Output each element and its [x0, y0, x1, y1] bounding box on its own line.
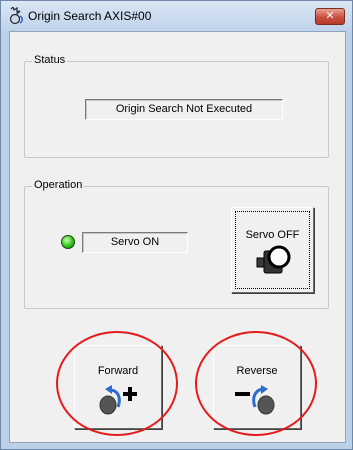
servo-motor-icon	[256, 245, 291, 274]
window-title: Origin Search AXIS#00	[28, 9, 152, 23]
servo-off-label: Servo OFF	[245, 229, 300, 241]
servo-state-field: Servo ON	[82, 232, 188, 253]
title-bar[interactable]: Origin Search AXIS#00 ✕	[1, 1, 352, 31]
servo-motor-icon	[9, 7, 23, 25]
origin-search-window: Origin Search AXIS#00 ✕ Status Origin Se…	[0, 0, 353, 450]
reverse-highlight-circle	[195, 331, 317, 436]
status-group-label: Status	[32, 54, 68, 66]
servo-off-button[interactable]: Servo OFF	[231, 207, 314, 293]
dialog-body: Status Origin Search Not Executed Operat…	[9, 31, 346, 443]
servo-status-led	[61, 235, 75, 249]
operation-group-label: Operation	[32, 179, 85, 191]
status-text-field: Origin Search Not Executed	[85, 99, 283, 120]
forward-highlight-circle	[56, 331, 178, 436]
status-group: Status Origin Search Not Executed	[24, 54, 329, 158]
operation-group: Operation Servo ON Servo OFF	[24, 179, 329, 309]
close-icon: ✕	[325, 10, 335, 22]
close-button[interactable]: ✕	[315, 8, 345, 25]
